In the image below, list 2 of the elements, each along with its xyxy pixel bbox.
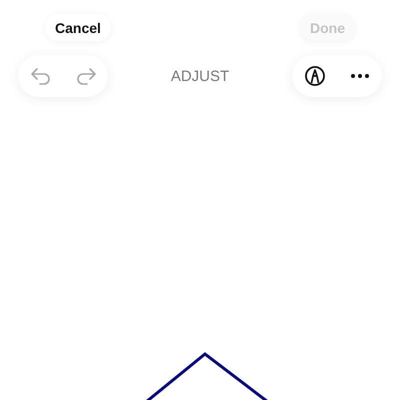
cancel-button[interactable]: Cancel bbox=[45, 14, 111, 41]
mode-title: ADJUST bbox=[170, 68, 230, 84]
